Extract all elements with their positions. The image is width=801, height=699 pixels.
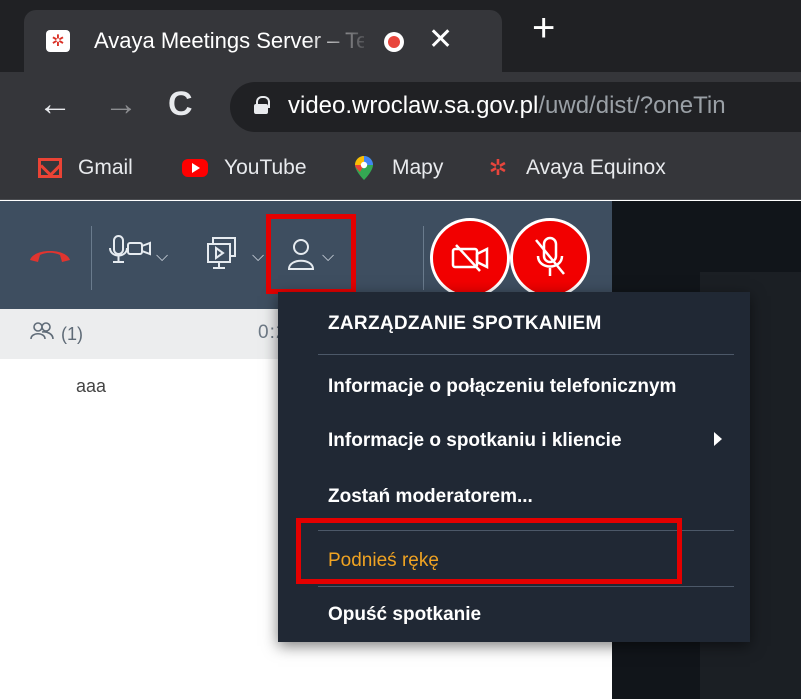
mic-camera-icon[interactable]: [106, 234, 154, 280]
menu-separator: [318, 354, 734, 355]
url-host: video.wroclaw.sa.gov.pl: [288, 92, 539, 119]
bookmark-label: Mapy: [392, 156, 444, 179]
back-arrow-icon[interactable]: ←: [38, 84, 72, 124]
highlight-box-meeting-menu: [266, 214, 356, 294]
menu-header: ZARZĄDZANIE SPOTKANIEM: [328, 313, 602, 334]
maps-icon: [352, 156, 376, 180]
chevron-down-icon[interactable]: ⌵: [252, 248, 264, 266]
reload-icon[interactable]: C: [168, 84, 193, 124]
address-bar[interactable]: video.wroclaw.sa.gov.pl/uwd/dist/?oneTin: [230, 82, 801, 132]
forward-arrow-icon[interactable]: →: [104, 84, 138, 124]
bookmark-youtube[interactable]: YouTube: [182, 156, 307, 180]
gmail-icon: [38, 158, 62, 178]
avaya-favicon-icon: ✲: [46, 30, 70, 52]
menu-separator: [318, 586, 734, 587]
chevron-down-icon[interactable]: ⌵: [156, 248, 168, 266]
microphone-toggle-button[interactable]: [510, 218, 590, 298]
participants-count[interactable]: (1): [30, 322, 83, 345]
new-tab-button[interactable]: +: [532, 8, 555, 48]
camera-toggle-button[interactable]: [430, 218, 510, 298]
participants-count-value: (1): [61, 324, 84, 344]
bookmark-label: Gmail: [78, 156, 133, 179]
bookmark-mapy[interactable]: Mapy: [352, 156, 443, 180]
youtube-icon: [182, 159, 208, 177]
browser-toolbar: ← → C video.wroclaw.sa.gov.pl/uwd/dist/?…: [0, 72, 801, 140]
meeting-management-menu: [278, 292, 750, 642]
microphone-off-icon: [535, 236, 565, 276]
lock-icon[interactable]: [254, 96, 270, 114]
menu-item-meeting-info[interactable]: Informacje o spotkaniu i kliencie: [328, 430, 622, 452]
bookmark-avaya-equinox[interactable]: ✲ Avaya Equinox: [486, 155, 666, 180]
tab-close-button[interactable]: ✕: [428, 22, 453, 58]
camera-off-icon: [451, 244, 489, 272]
bookmark-label: YouTube: [224, 156, 307, 179]
tab-title-fade: [304, 20, 374, 60]
browser-tabstrip: ✲ Avaya Meetings Server – Test ✕ +: [0, 0, 801, 72]
toolbar-separator: [91, 226, 92, 290]
browser-tab[interactable]: ✲ Avaya Meetings Server – Test ✕: [24, 10, 502, 72]
submenu-arrow-icon: [714, 432, 722, 446]
screen-share-icon[interactable]: [206, 236, 246, 276]
toolbar-separator: [423, 226, 424, 290]
url-path: /uwd/dist/?oneTin: [538, 92, 726, 119]
avaya-icon: ✲: [488, 155, 508, 180]
bookmarks-bar: Gmail YouTube Mapy ✲ Avaya Equinox: [0, 140, 801, 200]
bookmark-gmail[interactable]: Gmail: [38, 156, 133, 180]
participants-icon: [30, 322, 56, 345]
bookmark-label: Avaya Equinox: [526, 156, 666, 179]
url-text[interactable]: video.wroclaw.sa.gov.pl/uwd/dist/?oneTin: [288, 92, 726, 120]
participant-name: aaa: [76, 376, 107, 396]
highlight-box-raise-hand: [296, 518, 682, 584]
menu-item-leave-meeting[interactable]: Opuść spotkanie: [328, 604, 481, 626]
menu-item-become-moderator[interactable]: Zostań moderatorem...: [328, 486, 533, 508]
recording-indicator-icon: [384, 32, 404, 52]
hang-up-icon[interactable]: [28, 246, 72, 264]
menu-item-phone-info[interactable]: Informacje o połączeniu telefonicznym: [328, 376, 676, 398]
